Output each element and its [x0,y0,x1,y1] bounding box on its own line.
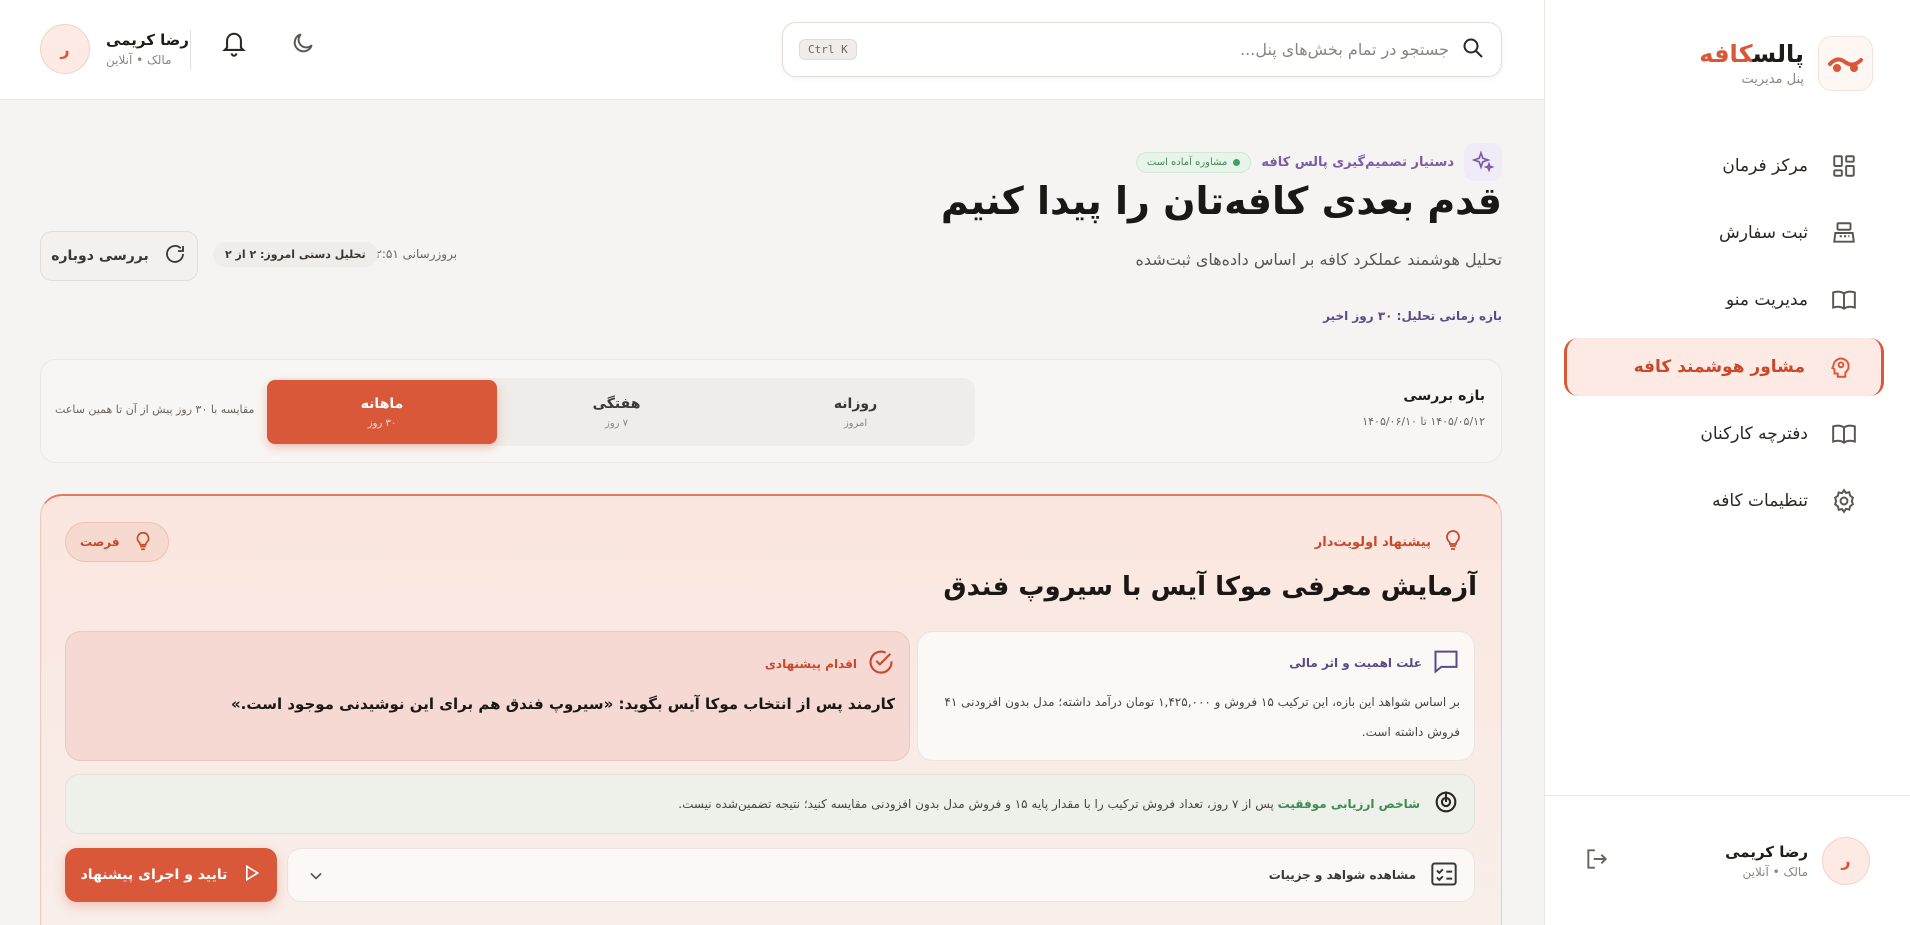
sidebar-item-command-center[interactable]: مرکز فرمان [1564,137,1884,195]
main-content: دستیار تصمیم‌گیری پالس کافه مشاوره آماده… [0,101,1544,925]
sidebar-item-label: مرکز فرمان [1722,156,1808,176]
sidebar-item-smart-advisor[interactable]: مشاور هوشمند کافه [1564,338,1884,396]
lightbulb-icon [1441,528,1465,556]
brand[interactable]: پالسکافه پنل مدیریت [1699,36,1873,91]
recommendation-card: پیشنهاد اولویت‌دار فرصت آزمایش معرفی موک… [40,494,1502,925]
assistant-row: دستیار تصمیم‌گیری پالس کافه مشاوره آماده… [1135,143,1502,181]
sidebar-item-label: دفترچه کارکنان [1700,424,1808,444]
checklist-icon [1430,861,1458,890]
avatar[interactable]: ر [40,24,90,74]
manual-analysis-badge: تحلیل دستی امروز: ۲ از ۲ [213,242,378,267]
kpi-text: شاخص ارزیابی موفقیت پس از ۷ روز، تعداد ف… [678,797,1420,811]
search-bar[interactable]: جستجو در تمام بخش‌های پنل... Ctrl K [782,22,1502,77]
search-input[interactable]: جستجو در تمام بخش‌های پنل... [857,40,1449,59]
recommendation-title: آزمایش معرفی موکا آیس با سیروپ فندق [943,572,1477,602]
book-icon [1830,286,1858,314]
importance-box: علت اهمیت و اثر مالی بر اساس شواهد این ب… [917,631,1475,761]
sidebar-item-label: تنظیمات کافه [1712,491,1808,511]
header-user[interactable]: ر رضا کریمی مالک • آنلاین [40,24,189,74]
sidebar-user: ر رضا کریمی مالک • آنلاین [1544,795,1910,925]
sidebar-item-label: مدیریت منو [1726,290,1808,310]
shortcut-badge: Ctrl K [799,39,857,60]
sparkle-icon [1464,143,1502,181]
logout-icon[interactable] [1584,846,1610,876]
brand-logo-icon [1818,36,1873,91]
opportunity-tag: فرصت [65,522,169,562]
last-updated: بروزرسانی ۱۲:۵۱ [369,247,458,261]
tab-daily[interactable]: روزانه امروز [736,378,975,446]
importance-text: بر اساس شواهد این بازه، این ترکیب ۱۵ فرو… [944,695,1460,739]
avatar[interactable]: ر [1822,836,1870,885]
sidebar-item-order[interactable]: ثبت سفارش [1564,204,1884,262]
grid-icon [1830,152,1858,180]
action-text: کارمند پس از انتخاب موکا آیس بگوید: «سیر… [230,695,895,713]
page-title: قدم بعدی کافه‌تان را پیدا کنیم [940,179,1503,223]
period-dates: ۱۴۰۵/۰۵/۱۲ تا ۱۴۰۵/۰۶/۱۰ [1362,415,1485,428]
sidebar-nav: مرکز فرمان ثبت سفارش مدیریت منو مشاور هو… [1564,137,1884,539]
analysis-range-label: بازه زمانی تحلیل: ۳۰ روز اخیر [1323,309,1502,323]
period-tabs: روزانه امروز هفتگی ۷ روز ماهانه ۳۰ روز [267,378,975,446]
cash-register-icon [1830,219,1858,247]
sidebar-item-settings[interactable]: تنظیمات کافه [1564,472,1884,530]
brand-subtitle: پنل مدیریت [1741,72,1804,87]
period-title: بازه بررسی [1403,388,1485,404]
target-icon [1432,788,1460,820]
sidebar-item-label: مشاور هوشمند کافه [1633,357,1805,377]
compare-note: مقایسه با ۳۰ روز پیش از آن تا همین ساعت [55,403,255,416]
refresh-icon [163,242,187,270]
kpi-box: شاخص ارزیابی موفقیت پس از ۷ روز، تعداد ف… [65,774,1475,834]
lightbulb-icon [132,530,154,555]
sidebar-item-label: ثبت سفارش [1719,223,1808,243]
user-role: مالک • آنلاین [106,53,172,67]
chevron-down-icon [306,866,326,889]
header-divider [190,30,191,70]
tab-weekly[interactable]: هفتگی ۷ روز [497,378,736,446]
details-label: مشاهده شواهد و جزییات [1268,868,1416,882]
book-icon [1830,420,1858,448]
brand-name: پالسکافه [1699,40,1804,68]
approve-label: تایید و اجرای پیشنهاد [80,867,228,883]
check-circle-icon [867,648,895,679]
priority-label: پیشنهاد اولویت‌دار [1315,528,1465,556]
suggested-action-box: اقدام پیشنهادی کارمند پس از انتخاب موکا … [65,631,910,761]
action-title: اقدام پیشنهادی [764,656,857,671]
approve-button[interactable]: تایید و اجرای پیشنهاد [65,848,277,902]
refresh-button[interactable]: بررسی دوباره [40,231,198,281]
bell-icon[interactable] [220,28,248,62]
assistant-label: دستیار تصمیم‌گیری پالس کافه [1261,154,1454,170]
sidebar-item-menu[interactable]: مدیریت منو [1564,271,1884,329]
search-icon [1461,36,1485,64]
top-header: جستجو در تمام بخش‌های پنل... Ctrl K ر رض… [0,0,1544,100]
refresh-label: بررسی دوباره [51,248,149,264]
status-badge: مشاوره آماده است [1135,151,1252,173]
importance-title: علت اهمیت و اثر مالی [1289,655,1422,670]
user-name: رضا کریمی [106,31,189,49]
tab-monthly[interactable]: ماهانه ۳۰ روز [267,380,497,444]
message-icon [1432,648,1460,677]
brain-icon [1827,353,1855,381]
sidebar: پالسکافه پنل مدیریت مرکز فرمان ثبت سفارش… [1544,0,1910,925]
play-icon [241,863,261,887]
period-selector: بازه بررسی ۱۴۰۵/۰۵/۱۲ تا ۱۴۰۵/۰۶/۱۰ روزا… [40,359,1502,463]
evidence-details-toggle[interactable]: مشاهده شواهد و جزییات [287,848,1475,902]
gear-icon [1830,487,1858,515]
moon-icon[interactable] [290,30,316,60]
user-role: مالک • آنلاین [1742,864,1809,879]
sidebar-item-staff-notebook[interactable]: دفترچه کارکنان [1564,405,1884,463]
page-subtitle: تحلیل هوشمند عملکرد کافه بر اساس داده‌ها… [1135,250,1502,269]
user-name: رضا کریمی [1725,842,1808,861]
